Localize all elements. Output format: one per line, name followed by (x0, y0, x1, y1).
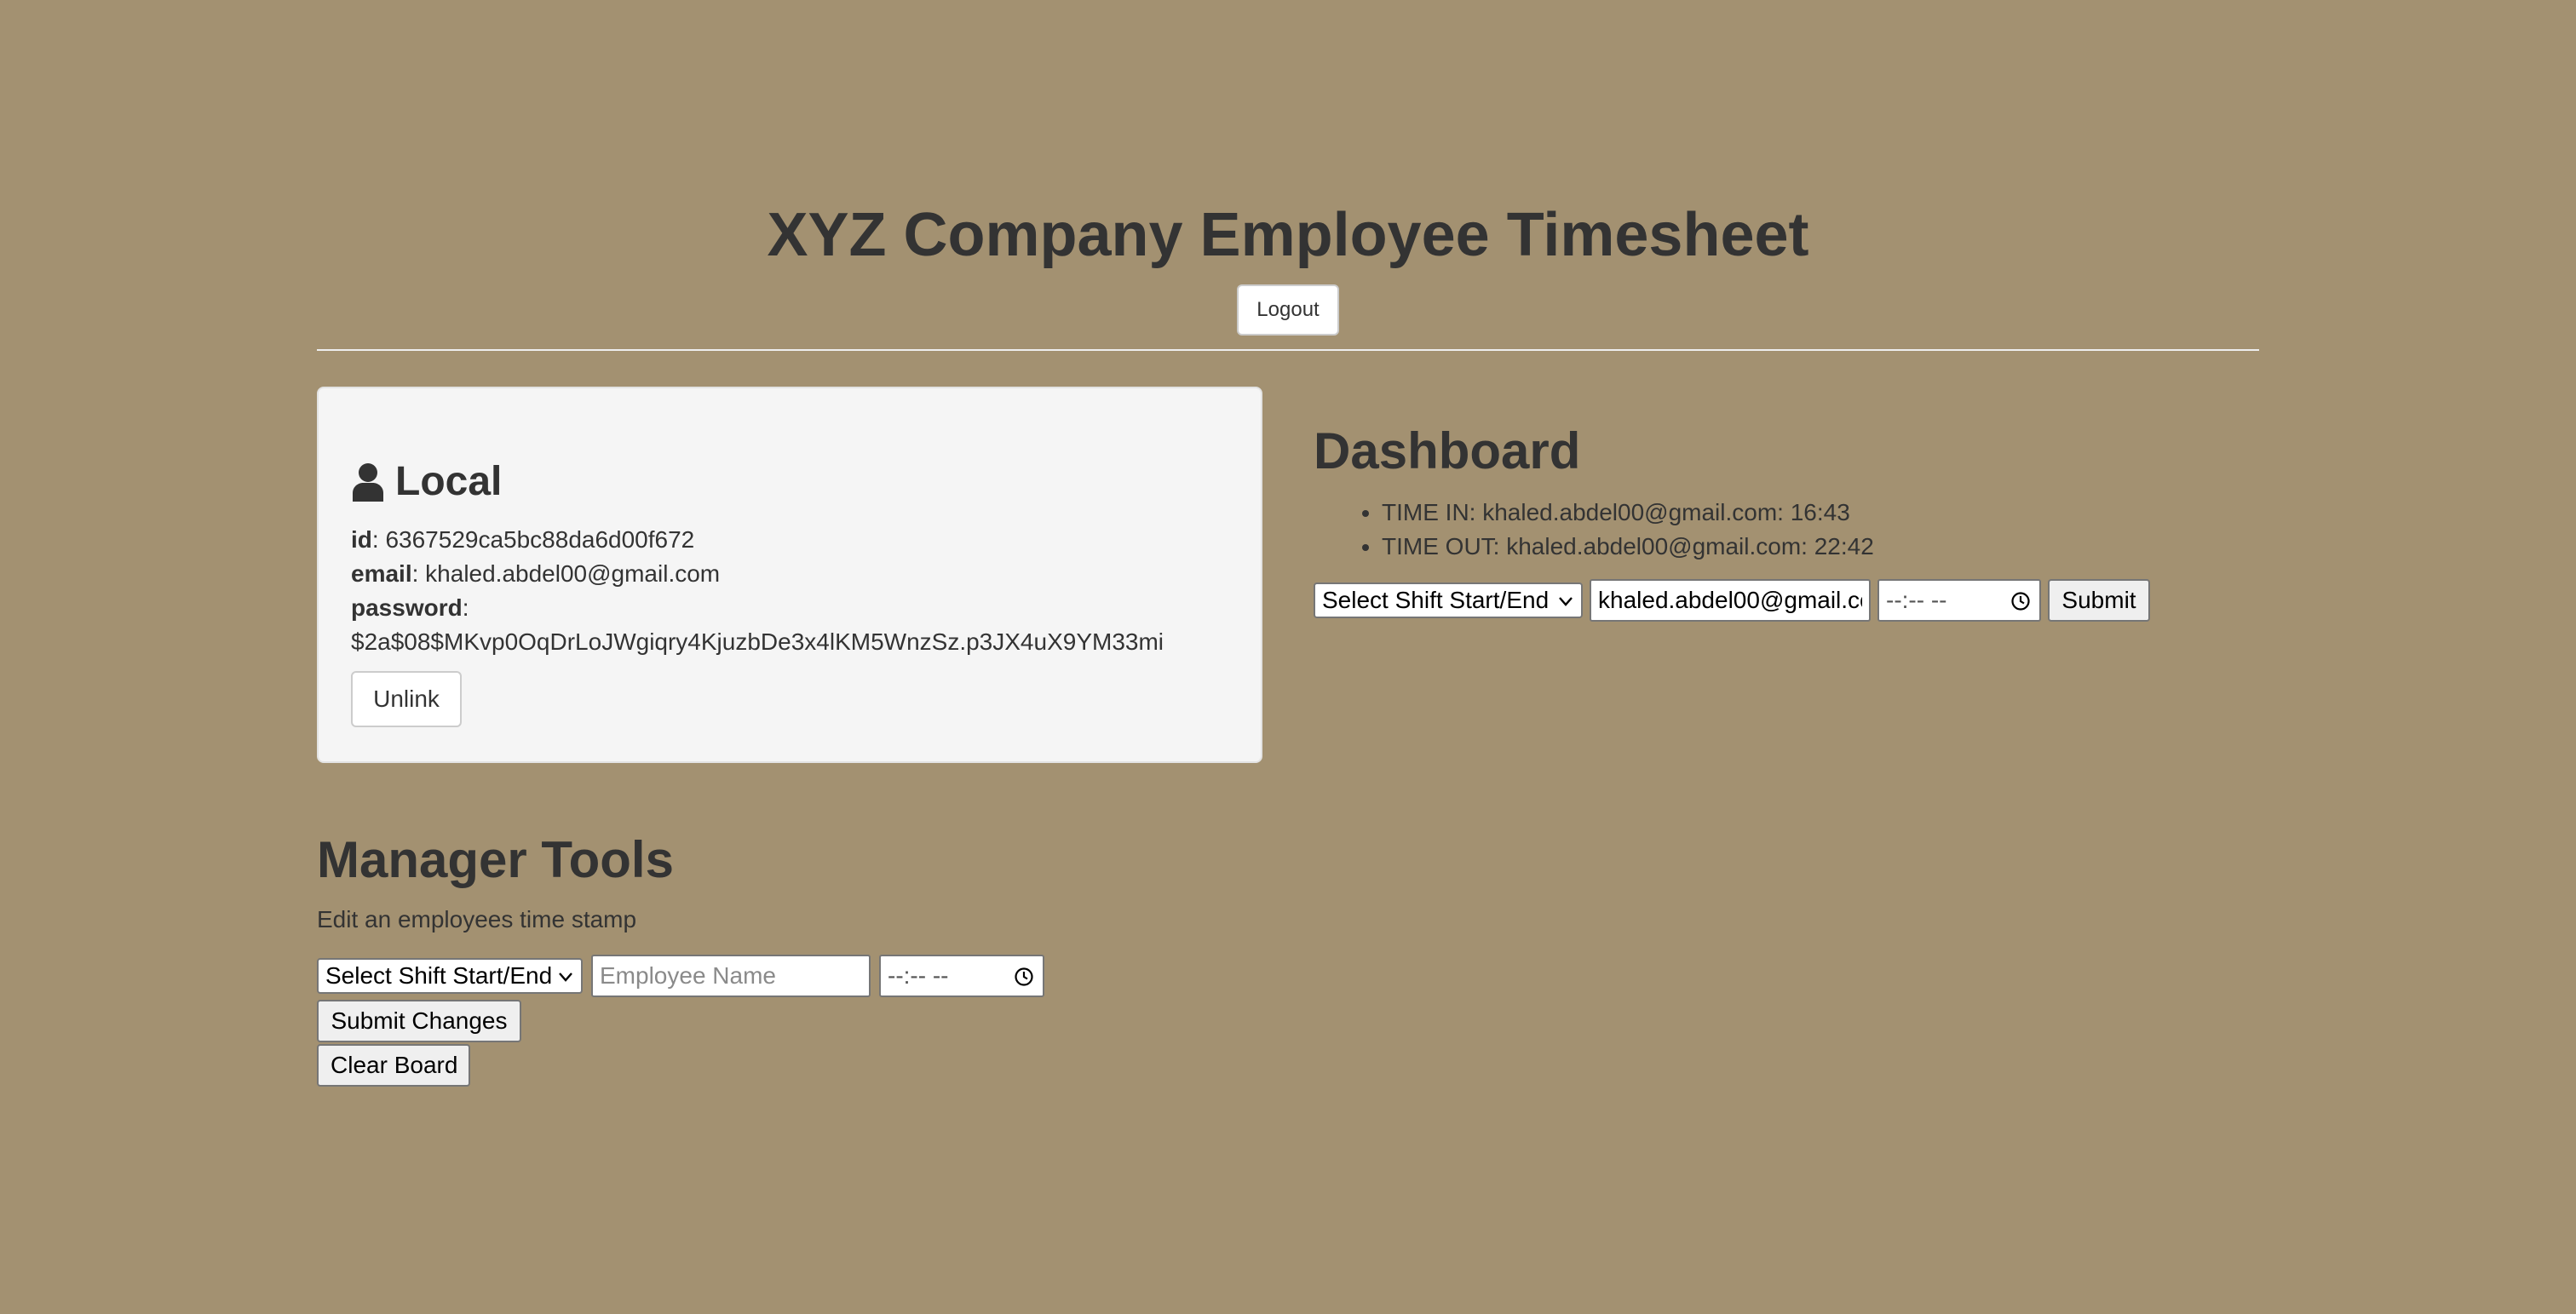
local-heading-text: Local (395, 459, 503, 504)
employee-email-input[interactable] (1590, 579, 1871, 622)
shift-time-value: --:-- -- (1886, 587, 1947, 613)
clock-icon[interactable] (1014, 967, 1034, 987)
user-icon (353, 463, 383, 502)
manager-time-input[interactable]: --:-- -- (879, 955, 1044, 997)
manager-tools-title: Manager Tools (317, 831, 674, 888)
employee-name-input[interactable] (591, 955, 871, 997)
manager-shift-select-value: Select Shift Start/End (325, 962, 553, 989)
shift-select[interactable]: Select Shift Start/End (1314, 582, 1583, 618)
email-value: khaled.abdel00@gmail.com (425, 560, 721, 587)
list-item: TIME OUT: khaled.abdel00@gmail.com: 22:4… (1382, 530, 2251, 564)
local-heading: Local (351, 455, 502, 509)
dashboard-title: Dashboard (1314, 422, 1581, 479)
shift-select-value: Select Shift Start/End (1322, 587, 1550, 613)
unlink-button[interactable]: Unlink (351, 671, 462, 727)
email-label: email (351, 560, 412, 587)
header-divider (317, 349, 2259, 351)
time-entries-list: TIME IN: khaled.abdel00@gmail.com: 16:43… (1314, 496, 2251, 564)
manager-tools-subtitle: Edit an employees time stamp (317, 906, 637, 932)
clock-icon[interactable] (2010, 591, 2031, 611)
account-email-line: email: khaled.abdel00@gmail.com (351, 560, 721, 587)
password-value: $2a$08$MKvp0OqDrLoJWgiqry4KjuzbDe3x4lKM5… (351, 628, 1164, 655)
manager-shift-select[interactable]: Select Shift Start/End (317, 958, 583, 994)
manager-time-value: --:-- -- (888, 962, 949, 989)
chevron-down-icon (559, 973, 572, 982)
list-item: TIME IN: khaled.abdel00@gmail.com: 16:43 (1382, 496, 2251, 530)
submit-changes-button[interactable]: Submit Changes (317, 1000, 521, 1042)
logout-button[interactable]: Logout (1237, 284, 1339, 336)
submit-button[interactable]: Submit (2048, 579, 2150, 622)
manager-edit-form: Select Shift Start/End --:-- -- (317, 955, 1044, 997)
chevron-down-icon (1559, 597, 1573, 606)
dashboard-shift-form: Select Shift Start/End --:-- -- Submit (1314, 579, 2150, 622)
id-value: 6367529ca5bc88da6d00f672 (385, 526, 695, 553)
shift-time-input[interactable]: --:-- -- (1877, 579, 2041, 622)
page-title: XYZ Company Employee Timesheet (767, 201, 1809, 269)
account-password-line: password: (351, 594, 469, 621)
clear-board-button[interactable]: Clear Board (317, 1044, 470, 1087)
local-account-card: Local id: 6367529ca5bc88da6d00f672 email… (317, 387, 1262, 763)
dashboard-section: Dashboard TIME IN: khaled.abdel00@gmail.… (1314, 417, 2251, 564)
id-label: id (351, 526, 372, 553)
manager-tools-section: Manager Tools Edit an employees time sta… (317, 826, 1339, 937)
password-label: password (351, 594, 463, 621)
account-id-line: id: 6367529ca5bc88da6d00f672 (351, 526, 695, 553)
page-header: XYZ Company Employee Timesheet Logout (317, 191, 2259, 336)
